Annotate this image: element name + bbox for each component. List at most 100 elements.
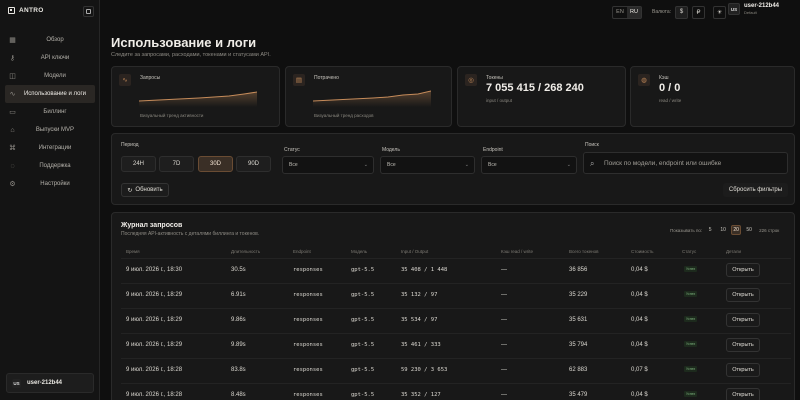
cell-io: 35 132 / 97 (401, 292, 438, 298)
cell-io: 35 408 / 1 448 (401, 267, 448, 273)
row-count: 226 строк (759, 227, 780, 233)
search-input[interactable]: ⌕ Поиск по модели, endpoint или ошибке (583, 152, 788, 174)
wallet-icon: ▤ (293, 74, 305, 86)
topbar: EN RU Валюта: $ ₽ ☀ (612, 5, 727, 19)
page-size-selector: Показывать по: 5 10 20 50 226 строк (670, 225, 779, 235)
col-status: Статус (682, 249, 697, 254)
cell-io: 59 230 / 3 653 (401, 367, 448, 373)
cell-cost: 0,04 $ (631, 267, 648, 273)
cell-endpoint: responses (293, 317, 323, 323)
period-7d-button[interactable]: 7D (159, 156, 194, 172)
period-24h-button[interactable]: 24H (121, 156, 156, 172)
log-subtitle: Последняя API-активность с деталями билл… (121, 231, 260, 237)
sidebar-user-card[interactable]: US user-212b44 (6, 373, 94, 393)
period-30d-button[interactable]: 30D (198, 156, 233, 172)
chevron-down-icon: ⌄ (363, 162, 368, 168)
cell-total: 62 883 (569, 367, 588, 373)
model-select[interactable]: Все ⌄ (380, 156, 475, 174)
cell-model: gpt-5.5 (351, 292, 375, 298)
col-time: Время (126, 249, 140, 254)
cell-time: 9 июл. 2026 г., 18:29 (126, 342, 183, 348)
cell-io: 35 461 / 333 (401, 342, 441, 348)
sidebar: ANTRO ▦ Обзор ⚷ API ключи ◫ Модели ∿ Использ… (0, 0, 100, 400)
endpoint-value: Все (488, 162, 497, 168)
sidebar-item-integrations[interactable]: ⌘ Интеграции (5, 139, 95, 157)
open-details-button[interactable]: Открыть (726, 263, 760, 277)
gear-icon: ⚙ (9, 180, 16, 188)
open-details-button[interactable]: Открыть (726, 388, 760, 400)
requests-card: ∿ Запросы Визуальный тренд активности (111, 66, 280, 127)
endpoint-select[interactable]: Все ⌄ (481, 156, 577, 174)
sidebar-item-label: Поддержка (39, 163, 71, 169)
cell-cache: — (501, 292, 507, 298)
chevron-down-icon: ⌄ (464, 162, 469, 168)
cell-endpoint: responses (293, 367, 323, 373)
model-label: Модель (382, 147, 400, 153)
col-total: Всего токенов (569, 249, 599, 254)
open-details-button[interactable]: Открыть (726, 338, 760, 352)
refresh-icon: ↻ (127, 187, 133, 194)
sidebar-item-api-keys[interactable]: ⚷ API ключи (5, 49, 95, 67)
token-icon: ◎ (465, 74, 477, 86)
status-badge: Успех (684, 316, 698, 322)
sidebar-item-label: API ключи (40, 55, 70, 61)
col-duration: Длительность (231, 249, 261, 254)
col-model: Модель (351, 249, 368, 254)
endpoint-label: Endpoint (483, 147, 503, 153)
sidebar-item-support[interactable]: ◌ Поддержка (5, 157, 95, 175)
page-size-10[interactable]: 10 (718, 225, 728, 235)
search-placeholder: Поиск по модели, endpoint или ошибке (604, 159, 722, 167)
top-user-plan: Default (744, 10, 757, 15)
cell-io: 35 352 / 127 (401, 392, 441, 398)
sidebar-item-settings[interactable]: ⚙ Настройки (5, 175, 95, 193)
refresh-button[interactable]: ↻ Обновить (121, 183, 169, 197)
table-row[interactable]: 9 июл. 2026 г., 18:30 30.5s responses gpt-5… (121, 258, 791, 282)
currency-rub-button[interactable]: ₽ (692, 5, 706, 19)
lang-ru-button[interactable]: RU (627, 6, 641, 18)
cell-cache: — (501, 342, 507, 348)
currency-usd-button[interactable]: $ (675, 5, 689, 19)
brand-name: ANTRO (19, 7, 44, 14)
open-details-button[interactable]: Открыть (726, 313, 760, 327)
theme-toggle-button[interactable]: ☀ (713, 5, 727, 19)
cell-duration: 30.5s (231, 267, 246, 273)
page-size-5[interactable]: 5 (705, 225, 715, 235)
sidebar-item-releases[interactable]: ⌂ Выпуски MVP (5, 121, 95, 139)
top-user-menu[interactable]: US user-212b44 Default (728, 3, 779, 15)
sidebar-item-usage[interactable]: ∿ Использование и логи (5, 85, 95, 103)
requests-foot: Визуальный тренд активности (140, 113, 204, 118)
lang-en-button[interactable]: EN (613, 7, 627, 18)
sidebar-item-overview[interactable]: ▦ Обзор (5, 31, 95, 49)
brand-logo[interactable]: ANTRO (8, 7, 44, 14)
cell-duration: 9.89s (231, 342, 246, 348)
cell-cache: — (501, 392, 507, 398)
cell-model: gpt-5.5 (351, 392, 375, 398)
collapse-sidebar-button[interactable] (83, 6, 94, 17)
table-row[interactable]: 9 июл. 2026 г., 18:28 83.8s responses gpt-5… (121, 358, 791, 382)
status-badge: Успех (684, 291, 698, 297)
status-badge: Успех (684, 341, 698, 347)
table-row[interactable]: 9 июл. 2026 г., 18:29 6.91s responses gpt-5… (121, 283, 791, 307)
page-size-20[interactable]: 20 (731, 225, 742, 235)
sidebar-item-models[interactable]: ◫ Модели (5, 67, 95, 85)
col-cost: Стоимость (631, 249, 654, 254)
reset-filters-button[interactable]: Сбросить фильтры (723, 183, 788, 197)
rocket-icon: ⌂ (10, 126, 15, 134)
status-value: Все (289, 162, 298, 168)
cell-cost: 0,04 $ (631, 392, 648, 398)
refresh-label: Обновить (135, 187, 163, 193)
open-details-button[interactable]: Открыть (726, 363, 760, 377)
period-90d-button[interactable]: 90D (236, 156, 271, 172)
cell-total: 35 794 (569, 342, 588, 348)
spent-label: Потрачено (314, 75, 339, 81)
cell-time: 9 июл. 2026 г., 18:29 (126, 317, 183, 323)
table-row[interactable]: 9 июл. 2026 г., 18:29 9.86s responses gpt-5… (121, 308, 791, 332)
status-select[interactable]: Все ⌄ (282, 156, 374, 174)
open-details-button[interactable]: Открыть (726, 288, 760, 302)
page-size-50[interactable]: 50 (744, 225, 754, 235)
plug-icon: ⌘ (9, 144, 16, 152)
logo-icon (8, 7, 15, 14)
sidebar-item-billing[interactable]: ▭ Биллинг (5, 103, 95, 121)
table-row[interactable]: 9 июл. 2026 г., 18:29 9.89s responses gpt-5… (121, 333, 791, 357)
table-row[interactable]: 9 июл. 2026 г., 18:28 8.48s responses gpt-5… (121, 383, 791, 400)
